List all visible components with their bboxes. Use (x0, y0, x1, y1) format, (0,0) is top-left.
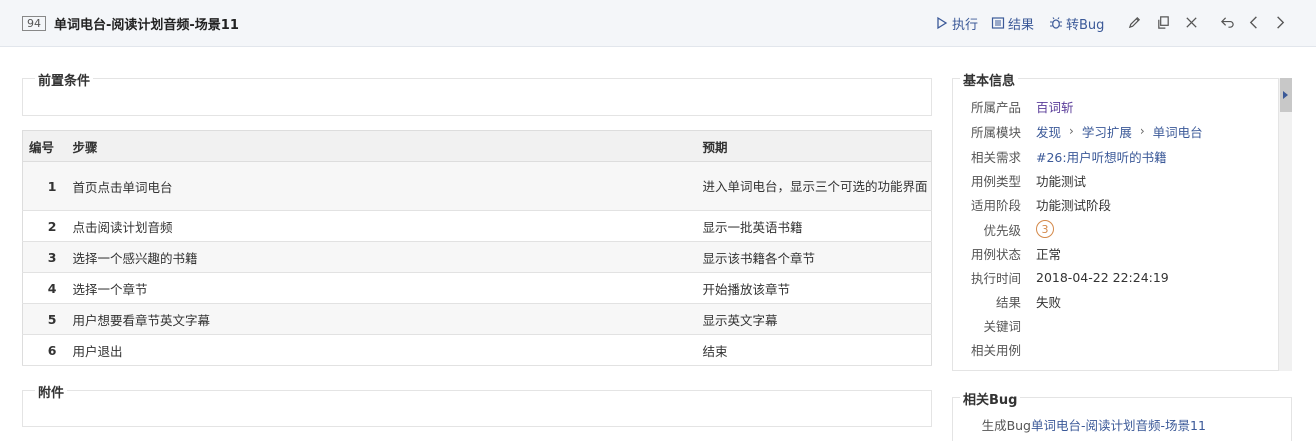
step-no: 5 (22, 303, 67, 335)
attachments-box (22, 390, 932, 427)
step-text: 选择一个感兴趣的书籍 (66, 241, 697, 273)
copy-icon[interactable] (1155, 14, 1171, 30)
step-text: 用户想要看章节英文字幕 (66, 303, 697, 335)
result-button[interactable]: 结果 (991, 14, 1034, 33)
info-label: 相关用例 (970, 342, 1021, 358)
info-label: 适用阶段 (970, 197, 1021, 213)
step-text: 首页点击单词电台 (66, 161, 697, 211)
col-step: 步骤 (66, 130, 697, 162)
info-label: 生成Bug (981, 417, 1031, 433)
precondition-box (22, 78, 932, 116)
info-label: 关键词 (983, 318, 1021, 334)
breadcrumb-separator-icon: › (1069, 124, 1074, 138)
info-label: 执行时间 (970, 270, 1021, 286)
table-row: 2 点击阅读计划音频 显示一批英语书籍 (22, 210, 932, 242)
to-bug-button[interactable]: 转Bug (1049, 14, 1104, 33)
result-label: 结果 (1008, 17, 1035, 33)
info-type: 用例类型 功能测试 (956, 168, 1276, 192)
attachments-title: 附件 (35, 382, 68, 401)
step-no: 3 (22, 241, 67, 273)
step-text: 用户退出 (66, 334, 697, 366)
type-value: 功能测试 (1036, 173, 1087, 189)
step-text: 选择一个章节 (66, 272, 697, 304)
info-label: 所属产品 (970, 99, 1021, 115)
step-expect: 结束 (696, 334, 932, 366)
exec-time-value: 2018-04-22 22:24:19 (1036, 269, 1169, 285)
page-header: 94 单词电台-阅读计划音频-场景11 执行 结果 转Bug (0, 0, 1316, 47)
back-icon[interactable] (1219, 14, 1235, 30)
steps-header-row: 编号 步骤 预期 (22, 130, 932, 162)
step-expect: 显示英文字幕 (696, 303, 932, 335)
info-label: 用例状态 (970, 246, 1021, 262)
info-module: 所属模块 发现 › 学习扩展 › 单词电台 (956, 119, 1276, 143)
list-icon (991, 17, 1005, 29)
precondition-title: 前置条件 (35, 70, 94, 89)
step-expect: 开始播放该章节 (696, 272, 932, 304)
info-priority: 优先级 3 (956, 217, 1276, 241)
play-icon (937, 16, 948, 30)
priority-badge: 3 (1036, 220, 1054, 238)
story-link[interactable]: #26:用户听想听的书籍 (1036, 147, 1167, 166)
info-status: 用例状态 正常 (956, 241, 1276, 265)
table-row: 3 选择一个感兴趣的书籍 显示该书籍各个章节 (22, 241, 932, 273)
stage-value: 功能测试阶段 (1036, 197, 1112, 213)
module-link-2[interactable]: 学习扩展 (1082, 122, 1132, 141)
run-label: 执行 (952, 17, 979, 33)
step-no: 6 (22, 334, 67, 366)
page-title: 单词电台-阅读计划音频-场景11 (54, 18, 239, 33)
related-bug-title: 相关Bug (960, 389, 1021, 408)
info-exec-time: 执行时间 2018-04-22 22:24:19 (956, 265, 1276, 289)
info-related-cases: 相关用例 (956, 337, 1276, 361)
info-label: 结果 (995, 294, 1021, 310)
basic-info-title: 基本信息 (960, 70, 1019, 89)
info-product: 所属产品 百词斩 (956, 94, 1276, 118)
info-label: 优先级 (983, 222, 1021, 238)
table-row: 4 选择一个章节 开始播放该章节 (22, 272, 932, 304)
module-link-3[interactable]: 单词电台 (1153, 122, 1203, 141)
product-link[interactable]: 百词斩 (1036, 97, 1074, 116)
info-scrollbar[interactable] (1278, 78, 1292, 371)
to-bug-label: 转Bug (1066, 17, 1105, 33)
col-expect: 预期 (696, 130, 932, 162)
info-label: 相关需求 (970, 149, 1021, 165)
prev-icon[interactable] (1246, 14, 1262, 30)
steps-table: 编号 步骤 预期 1 首页点击单词电台 进入单词电台，显示三个可选的功能界面 2… (22, 130, 932, 366)
table-row: 5 用户想要看章节英文字幕 显示英文字幕 (22, 303, 932, 335)
step-expect: 进入单词电台，显示三个可选的功能界面 (696, 161, 932, 211)
scroll-arrow-icon[interactable] (1283, 91, 1288, 99)
info-stage: 适用阶段 功能测试阶段 (956, 192, 1276, 216)
delete-icon[interactable] (1183, 14, 1199, 30)
info-story: 相关需求 #26:用户听想听的书籍 (956, 144, 1276, 168)
info-result: 结果 失败 (956, 289, 1276, 313)
step-expect: 显示一批英语书籍 (696, 210, 932, 242)
col-no: 编号 (22, 130, 67, 162)
edit-icon[interactable] (1126, 14, 1142, 30)
step-text: 点击阅读计划音频 (66, 210, 697, 242)
step-no: 1 (22, 161, 67, 211)
info-keywords: 关键词 (956, 313, 1276, 337)
info-label: 用例类型 (970, 173, 1021, 189)
next-icon[interactable] (1271, 14, 1287, 30)
related-bug-row: 生成Bug 单词电台-阅读计划音频-场景11 (956, 412, 1276, 436)
info-label: 所属模块 (970, 124, 1021, 140)
related-bug-link[interactable]: 单词电台-阅读计划音频-场景11 (1031, 415, 1206, 434)
step-no: 2 (22, 210, 67, 242)
run-button[interactable]: 执行 (935, 14, 978, 33)
status-value: 正常 (1036, 246, 1062, 262)
table-row: 6 用户退出 结束 (22, 334, 932, 366)
table-row: 1 首页点击单词电台 进入单词电台，显示三个可选的功能界面 (22, 161, 932, 211)
module-link-1[interactable]: 发现 (1036, 122, 1061, 141)
result-value: 失败 (1036, 294, 1062, 310)
case-id-badge: 94 (22, 16, 46, 31)
breadcrumb-separator-icon: › (1139, 124, 1145, 138)
step-no: 4 (22, 272, 67, 304)
bug-icon (1050, 17, 1062, 29)
step-expect: 显示该书籍各个章节 (696, 241, 932, 273)
